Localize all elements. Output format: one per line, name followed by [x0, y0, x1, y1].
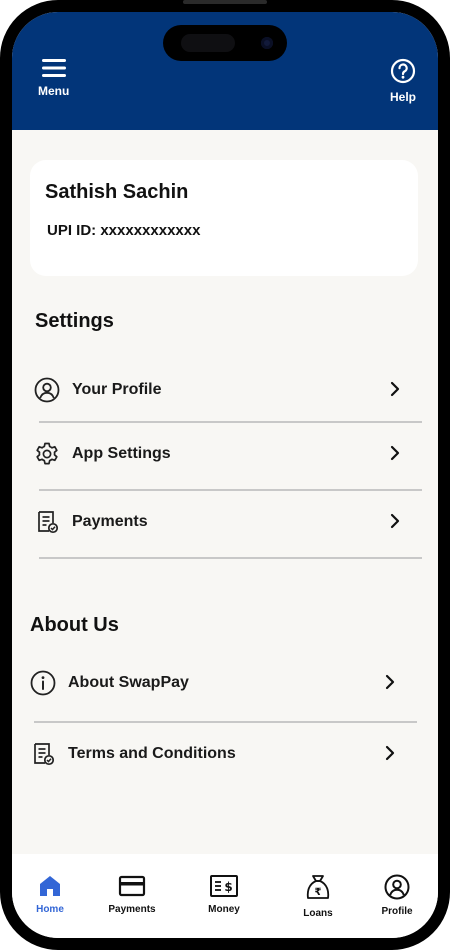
- divider: [34, 721, 417, 723]
- tab-label: Money: [208, 904, 240, 915]
- user-name: Sathish Sachin: [45, 181, 189, 203]
- app-header: Menu Help: [12, 12, 438, 130]
- settings-item-app-settings[interactable]: App Settings: [34, 434, 400, 474]
- help-icon: [390, 58, 416, 84]
- settings-item-label: Your Profile: [72, 381, 162, 398]
- divider: [39, 557, 422, 559]
- tab-money[interactable]: $ Money: [184, 874, 264, 915]
- phone-frame: Menu Help Sathish Sachin UPI ID: xxxxxxx…: [0, 0, 450, 950]
- user-circle-icon: [384, 874, 410, 900]
- home-icon: [40, 876, 60, 896]
- top-edge-line: [183, 0, 267, 4]
- help-label: Help: [389, 90, 416, 104]
- help-button[interactable]: Help: [390, 58, 416, 104]
- tab-payments[interactable]: Payments: [92, 874, 172, 915]
- receipt-icon: [30, 741, 56, 767]
- camera-icon: [261, 37, 273, 49]
- receipt-icon: [34, 509, 60, 535]
- tab-loans[interactable]: ₹ Loans: [278, 874, 358, 919]
- svg-text:$: $: [224, 880, 232, 894]
- tab-label: Loans: [303, 908, 333, 919]
- settings-item-payments[interactable]: Payments: [34, 502, 400, 542]
- chevron-right-icon: [390, 513, 400, 529]
- about-item-terms[interactable]: Terms and Conditions: [30, 734, 395, 774]
- hamburger-icon: [41, 59, 66, 77]
- settings-item-label: Payments: [72, 513, 148, 530]
- dynamic-island: [163, 25, 287, 61]
- user-circle-icon: [34, 377, 60, 403]
- info-icon: [30, 670, 56, 696]
- tab-home[interactable]: Home: [12, 874, 90, 915]
- settings-title: Settings: [35, 310, 114, 332]
- chevron-right-icon: [385, 674, 395, 690]
- tab-label: Home: [36, 904, 64, 915]
- about-item-about-swappay[interactable]: About SwapPay: [30, 663, 395, 703]
- settings-item-your-profile[interactable]: Your Profile: [34, 370, 400, 410]
- bottom-tab-bar: Home Payments $ Money ₹ Loans Profile: [12, 854, 438, 938]
- upi-id: UPI ID: xxxxxxxxxxxx: [47, 222, 201, 239]
- tab-profile[interactable]: Profile: [357, 874, 437, 917]
- svg-text:₹: ₹: [315, 887, 322, 898]
- gear-icon: [34, 441, 60, 467]
- about-item-label: About SwapPay: [68, 674, 189, 691]
- tab-label: Profile: [381, 906, 413, 917]
- money-bag-icon: ₹: [306, 875, 330, 899]
- about-item-label: Terms and Conditions: [68, 745, 236, 762]
- divider: [39, 421, 422, 423]
- chevron-right-icon: [385, 745, 395, 761]
- chevron-right-icon: [390, 445, 400, 461]
- menu-button[interactable]: Menu: [38, 58, 69, 98]
- chevron-right-icon: [390, 381, 400, 397]
- tab-label: Payments: [108, 904, 156, 915]
- divider: [39, 489, 422, 491]
- profile-card: Sathish Sachin UPI ID: xxxxxxxxxxxx: [30, 160, 418, 276]
- money-icon: $: [210, 875, 238, 897]
- card-icon: [118, 875, 146, 897]
- island-sensor: [181, 34, 235, 52]
- about-title: About Us: [30, 614, 119, 636]
- menu-label: Menu: [38, 84, 70, 98]
- settings-item-label: App Settings: [72, 445, 171, 462]
